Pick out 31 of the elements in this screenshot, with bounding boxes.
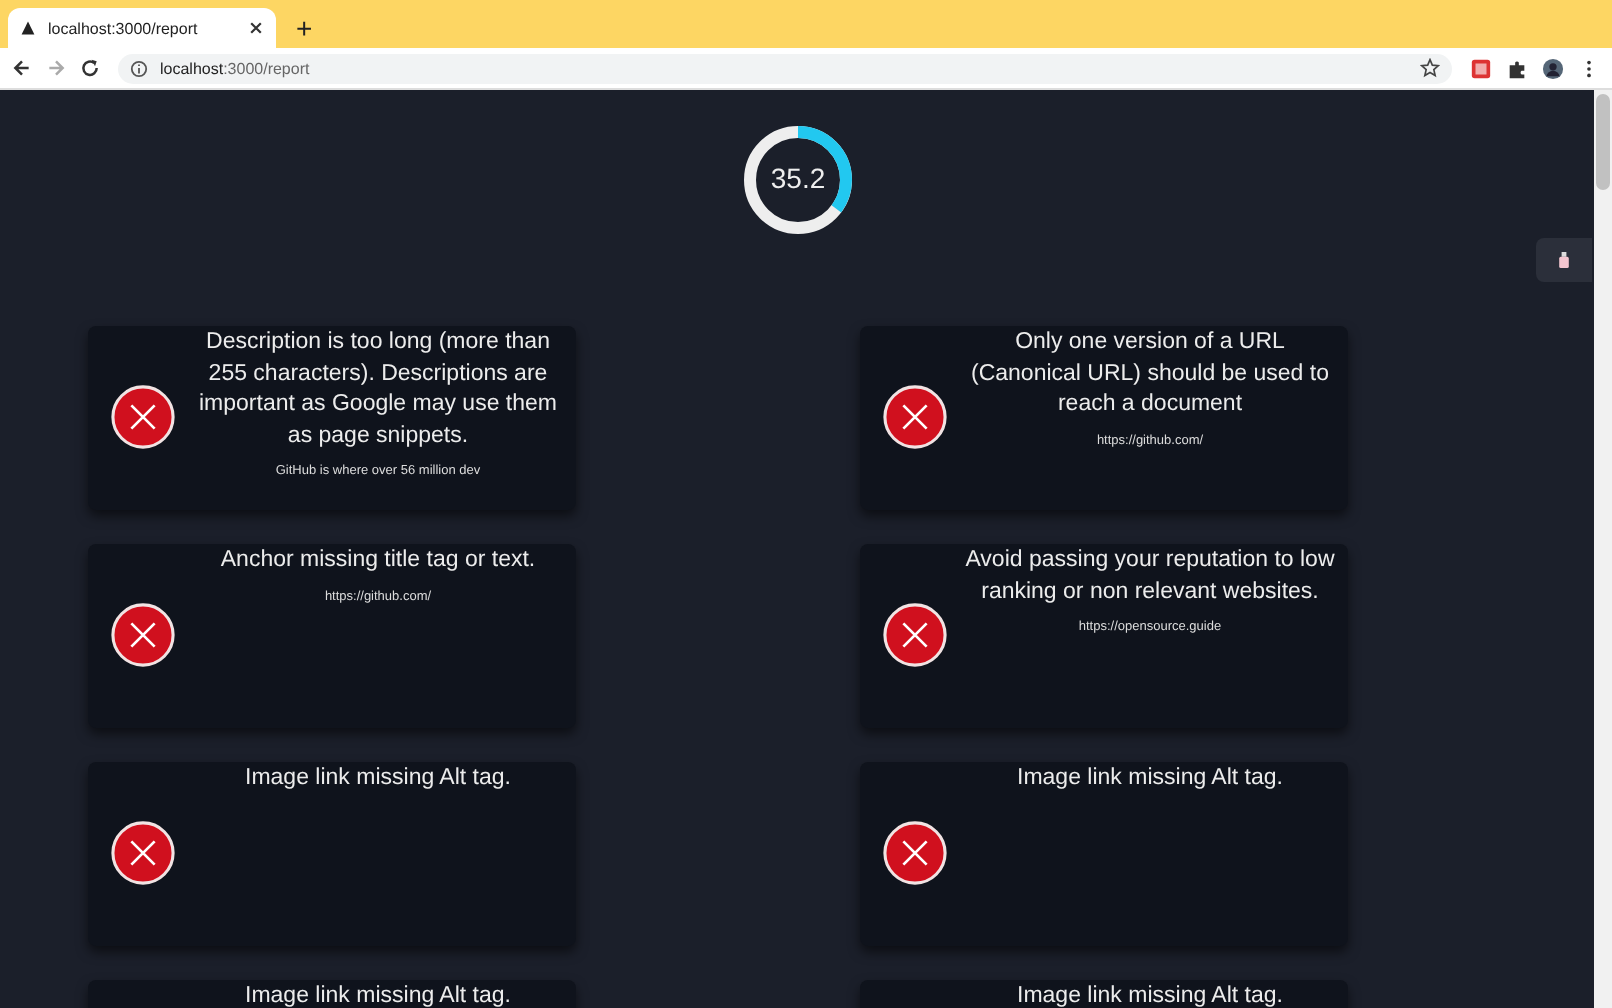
- result-message: Anchor missing title tag or text.: [220, 546, 536, 576]
- result-message: Image link missing Alt tag.: [1017, 764, 1283, 794]
- result-message: Avoid passing your reputation to low ranking or non relevant websites.: [964, 546, 1336, 607]
- address-bar[interactable]: localhost:3000/report: [118, 53, 1452, 83]
- result-message: Image link missing Alt tag.: [1017, 982, 1283, 1008]
- triangle-icon: [20, 20, 36, 36]
- error-icon: [882, 820, 948, 886]
- avatar-icon[interactable]: [1542, 57, 1564, 79]
- result-message: Image link missing Alt tag.: [245, 982, 511, 1008]
- error-icon: [110, 384, 176, 450]
- url-text: localhost:3000/report: [160, 59, 312, 77]
- reload-icon[interactable]: [80, 58, 100, 78]
- error-icon: [110, 820, 176, 886]
- error-icon: [882, 384, 948, 450]
- score-value: 35.2: [768, 162, 828, 194]
- puzzle-icon[interactable]: [1506, 57, 1528, 79]
- extension-icon[interactable]: [1470, 57, 1492, 79]
- result-message: Description is too long (more than 255 characters). Descriptions are important as Google may use them as page snippets.: [197, 328, 559, 451]
- scrollbar[interactable]: [1594, 90, 1612, 1008]
- browser-tab[interactable]: localhost:3000/report: [8, 8, 276, 48]
- star-icon[interactable]: [1420, 58, 1440, 78]
- result-message: Image link missing Alt tag.: [245, 764, 511, 794]
- floating-button[interactable]: [1536, 238, 1592, 282]
- error-icon: [882, 602, 948, 668]
- result-message: Only one version of a URL (Canonical URL) should be used to reach a document: [969, 328, 1331, 420]
- close-icon[interactable]: [248, 20, 264, 36]
- new-tab-button[interactable]: +: [288, 8, 321, 48]
- error-icon: [110, 602, 176, 668]
- bottle-icon: [1556, 250, 1572, 270]
- info-icon: [130, 59, 148, 77]
- back-icon[interactable]: [12, 58, 32, 78]
